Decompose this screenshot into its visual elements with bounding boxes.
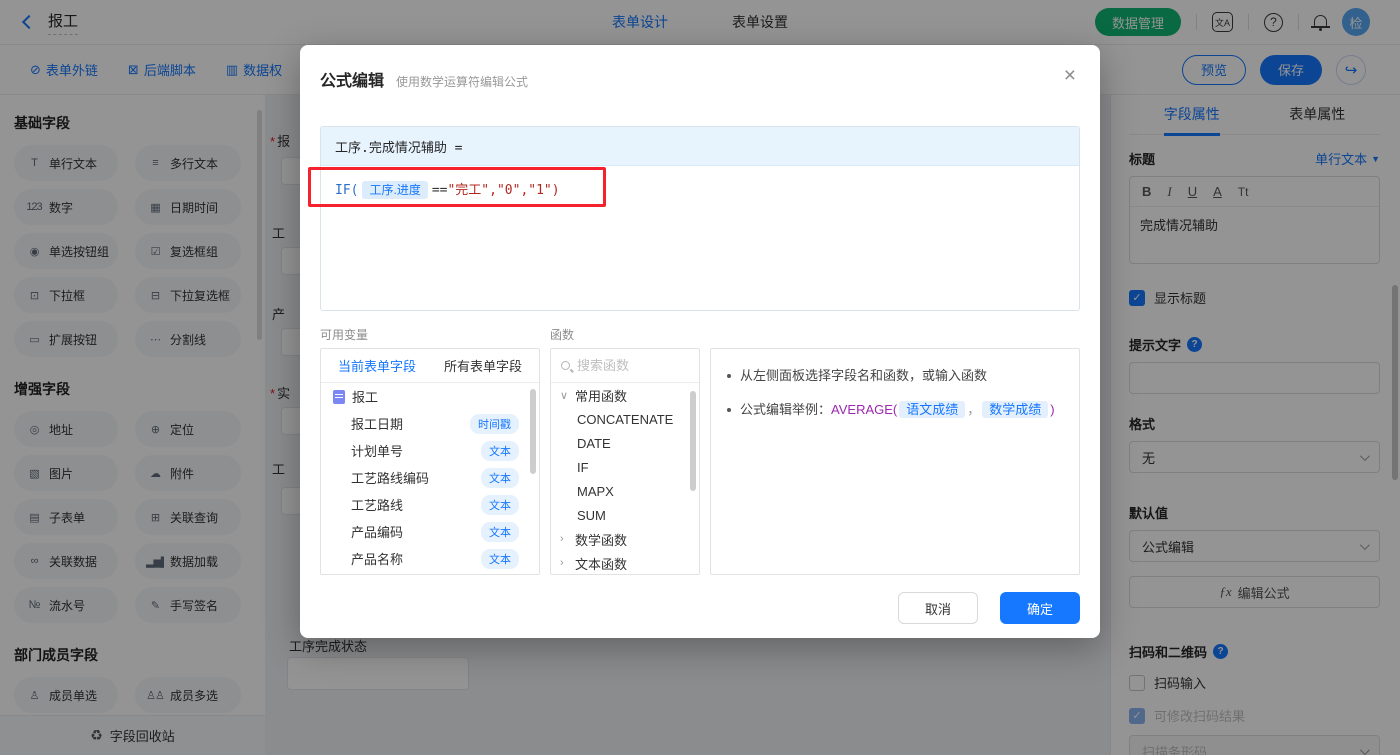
chevron-right-icon: › — [560, 533, 564, 545]
formula-operator: == — [431, 183, 448, 198]
variable-name: 工艺路线 — [351, 498, 404, 513]
modal-title: 公式编辑 — [320, 73, 385, 90]
bullet-icon — [727, 374, 731, 378]
close-icon[interactable]: × — [1064, 65, 1076, 86]
group-label: 数学函数 — [575, 532, 628, 548]
formula-strings: "完工","0","1") — [447, 183, 560, 198]
formula-function: IF( — [335, 183, 359, 198]
variable-item[interactable]: 报工日期 时间戳 — [321, 410, 539, 437]
function-item[interactable]: SUM — [551, 503, 699, 527]
form-file-icon — [333, 389, 345, 404]
type-badge: 时间戳 — [470, 413, 519, 434]
tip-prefix: 公式编辑举例： — [740, 402, 832, 417]
type-badge: 文本 — [481, 521, 519, 542]
functions-section-label: 函数 — [550, 328, 575, 342]
formula-field-chip[interactable]: 工序.进度 — [362, 181, 428, 199]
type-badge: 文本 — [481, 548, 519, 569]
formula-input-area[interactable]: IF(工序.进度 =="完工","0","1") — [321, 166, 1079, 310]
search-input[interactable] — [577, 358, 677, 373]
variable-name: 计划单号 — [351, 444, 404, 459]
type-badge: 文本 — [481, 440, 519, 461]
variables-panel: 当前表单字段 所有表单字段 报工 报工日期 时间戳 计划单号 文本 工艺路线编码 文本… — [320, 348, 540, 575]
chevron-down-icon: ∨ — [560, 389, 569, 402]
variable-item[interactable]: 工艺路线 文本 — [321, 491, 539, 518]
functions-panel: ∨ 常用函数 CONCATENATE DATE IF MAPX SUM › 数学函数… — [550, 348, 700, 575]
confirm-button[interactable]: 确定 — [1000, 592, 1080, 624]
type-badge: 文本 — [481, 467, 519, 488]
tip-item: 从左侧面板选择字段名和函数，或输入函数 — [727, 366, 1063, 385]
group-label: 常用函数 — [575, 388, 628, 404]
functions-scrollbar[interactable] — [690, 391, 696, 491]
function-item[interactable]: MAPX — [551, 479, 699, 503]
example-function-open: AVERAGE( — [831, 402, 898, 417]
tip-item: 公式编辑举例：AVERAGE(语文成绩，数学成绩) — [727, 400, 1063, 419]
variable-item[interactable]: 产品名称 文本 — [321, 545, 539, 572]
tip-text: 从左侧面板选择字段名和函数，或输入函数 — [740, 368, 988, 383]
tip-text: 公式编辑举例：AVERAGE(语文成绩，数学成绩) — [740, 400, 1055, 419]
modal-subtitle: 使用数学运算符编辑公式 — [396, 75, 529, 89]
type-badge: 文本 — [481, 494, 519, 515]
variable-item[interactable]: 工艺路线编码 文本 — [321, 464, 539, 491]
variable-name: 产品名称 — [351, 552, 404, 567]
formula-box: 工序.完成情况辅助 = IF(工序.进度 =="完工","0","1") — [320, 126, 1080, 311]
example-field-chip: 语文成绩 — [899, 401, 966, 418]
variable-name: 工艺路线编码 — [351, 471, 430, 486]
variable-item[interactable]: 计划单号 文本 — [321, 437, 539, 464]
group-label: 文本函数 — [575, 556, 628, 572]
function-item[interactable]: IF — [551, 455, 699, 479]
tab-all-form-fields[interactable]: 所有表单字段 — [444, 356, 522, 375]
chevron-right-icon: › — [560, 557, 564, 569]
variable-name: 报工日期 — [351, 417, 404, 432]
function-search — [551, 349, 699, 383]
form-root-label: 报工 — [352, 390, 379, 405]
example-field-chip: 数学成绩 — [982, 401, 1049, 418]
function-item[interactable]: CONCATENATE — [551, 407, 699, 431]
function-item[interactable]: DATE — [551, 431, 699, 455]
variables-section-label: 可用变量 — [320, 328, 369, 342]
variables-scrollbar[interactable] — [530, 389, 536, 474]
form-root-item[interactable]: 报工 — [321, 383, 539, 410]
search-icon — [561, 361, 570, 370]
tips-panel: 从左侧面板选择字段名和函数，或输入函数 公式编辑举例：AVERAGE(语文成绩，… — [710, 348, 1080, 575]
example-function-close: ) — [1050, 402, 1055, 417]
function-group[interactable]: › 文本函数 — [551, 551, 699, 574]
cancel-button[interactable]: 取消 — [898, 592, 978, 624]
function-group[interactable]: › 数学函数 — [551, 527, 699, 551]
tab-current-form-fields[interactable]: 当前表单字段 — [338, 356, 416, 375]
variable-item[interactable]: 产品编码 文本 — [321, 518, 539, 545]
function-group[interactable]: ∨ 常用函数 — [551, 383, 699, 407]
example-comma: ， — [967, 402, 981, 417]
variable-name: 产品编码 — [351, 525, 404, 540]
formula-target: 工序.完成情况辅助 = — [321, 127, 1079, 166]
bullet-icon — [727, 408, 731, 412]
formula-editor-modal: 公式编辑 使用数学运算符编辑公式 × 工序.完成情况辅助 = IF(工序.进度 =… — [300, 45, 1100, 638]
